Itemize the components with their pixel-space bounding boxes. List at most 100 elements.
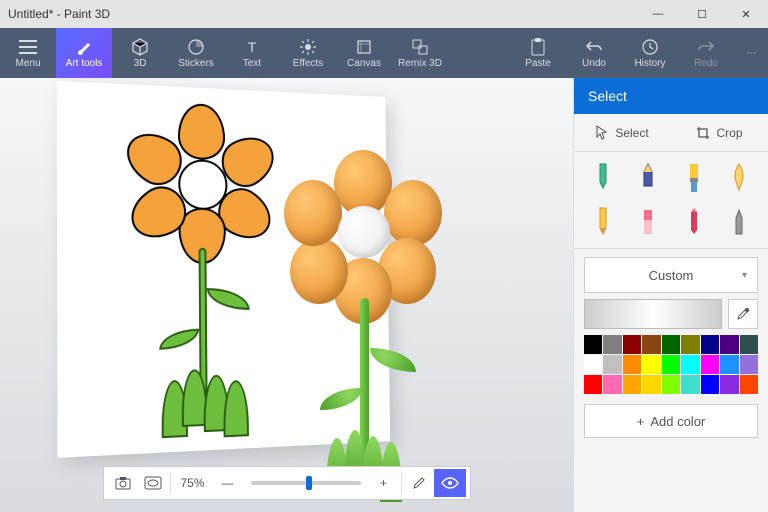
color-swatch[interactable] [681, 375, 699, 394]
ribbon-label: Menu [15, 58, 40, 69]
brush-watercolor[interactable] [721, 160, 759, 196]
color-swatch[interactable] [720, 335, 738, 354]
add-color-label: Add color [650, 414, 705, 429]
ribbon-label: Stickers [178, 58, 214, 69]
color-palette [584, 335, 758, 394]
view-mode-button[interactable] [434, 469, 466, 497]
color-swatch[interactable] [701, 355, 719, 374]
add-color-button[interactable]: + Add color [584, 404, 758, 438]
minimize-button[interactable]: — [636, 0, 680, 28]
canvas-icon [355, 38, 373, 56]
color-swatch[interactable] [720, 355, 738, 374]
color-swatch[interactable] [623, 375, 641, 394]
remix-icon [411, 38, 429, 56]
ribbon-undo[interactable]: Undo [566, 28, 622, 78]
zoom-in-button[interactable]: + [369, 469, 399, 497]
panel-header: Select [574, 78, 768, 114]
history-icon [641, 38, 659, 56]
ribbon-label: History [634, 58, 665, 69]
dropdown-label: Custom [649, 268, 694, 283]
crop-icon [696, 126, 710, 140]
color-swatch[interactable] [681, 355, 699, 374]
thickness-dropdown[interactable]: Custom ▾ [584, 257, 758, 293]
cube-icon [131, 38, 149, 56]
ribbon-remix-3d[interactable]: Remix 3D [392, 28, 448, 78]
brush-pencil[interactable] [584, 204, 622, 240]
ribbon-label: Effects [293, 58, 323, 69]
color-swatch[interactable] [701, 335, 719, 354]
color-swatch[interactable] [603, 375, 621, 394]
ribbon-effects[interactable]: Effects [280, 28, 336, 78]
color-swatch[interactable] [662, 355, 680, 374]
ribbon-more[interactable]: ⋯ [734, 28, 768, 78]
color-swatch[interactable] [584, 375, 602, 394]
close-button[interactable]: ✕ [724, 0, 768, 28]
color-swatch[interactable] [701, 375, 719, 394]
ribbon-label: Remix 3D [398, 58, 442, 69]
edit-button[interactable] [404, 469, 434, 497]
zoom-slider[interactable] [251, 481, 361, 485]
color-swatch[interactable] [740, 335, 758, 354]
ribbon-canvas[interactable]: Canvas [336, 28, 392, 78]
color-swatch[interactable] [740, 355, 758, 374]
brush-marker[interactable] [584, 160, 622, 196]
brush-oil[interactable] [675, 160, 713, 196]
more-icon: ⋯ [742, 44, 760, 62]
brush-crayon[interactable] [675, 204, 713, 240]
color-swatch[interactable] [642, 355, 660, 374]
color-swatch[interactable] [681, 335, 699, 354]
ribbon-art-tools[interactable]: Art tools [56, 28, 112, 78]
side-panel: Select Select Crop Custom ▾ [573, 78, 768, 512]
ribbon-stickers[interactable]: Stickers [168, 28, 224, 78]
tool-label: Select [615, 126, 648, 140]
text-icon: T [243, 38, 261, 56]
window-controls: — ☐ ✕ [636, 0, 768, 28]
ribbon-label: Text [243, 58, 261, 69]
sticker-icon [187, 38, 205, 56]
color-swatch[interactable] [662, 335, 680, 354]
brush-calligraphy[interactable] [630, 160, 668, 196]
ribbon-label: Art tools [66, 58, 103, 69]
ribbon-menu[interactable]: Menu [0, 28, 56, 78]
redo-icon [697, 38, 715, 56]
window-title: Untitled* - Paint 3D [8, 7, 636, 21]
brush-palette [574, 152, 768, 249]
brush-spray[interactable] [721, 204, 759, 240]
color-swatch[interactable] [603, 335, 621, 354]
capture-button[interactable] [108, 469, 138, 497]
color-swatch[interactable] [584, 355, 602, 374]
zoom-percent: 75% [173, 476, 213, 490]
brush-icon [75, 38, 93, 56]
maximize-button[interactable]: ☐ [680, 0, 724, 28]
color-swatch[interactable] [662, 375, 680, 394]
brush-eraser[interactable] [630, 204, 668, 240]
eyedropper-button[interactable] [728, 299, 758, 329]
ribbon-label: 3D [134, 58, 147, 69]
color-swatch[interactable] [642, 335, 660, 354]
color-swatch[interactable] [642, 375, 660, 394]
ribbon-label: Undo [582, 58, 606, 69]
zoom-out-button[interactable]: — [213, 469, 243, 497]
ribbon-redo: Redo [678, 28, 734, 78]
ribbon-paste[interactable]: Paste [510, 28, 566, 78]
ribbon-label: Canvas [347, 58, 381, 69]
current-color-swatch[interactable] [584, 299, 722, 329]
ribbon-label: Paste [525, 58, 551, 69]
ribbon-text[interactable]: T Text [224, 28, 280, 78]
chevron-down-icon: ▾ [742, 270, 747, 281]
color-swatch[interactable] [584, 335, 602, 354]
color-swatch[interactable] [623, 335, 641, 354]
paste-icon [529, 38, 547, 56]
color-swatch[interactable] [623, 355, 641, 374]
canvas-viewport[interactable]: 75% — + [0, 78, 573, 512]
select-tool[interactable]: Select [574, 114, 671, 151]
plus-icon: + [637, 414, 645, 429]
pointer-icon [596, 125, 609, 140]
3d-view-button[interactable] [138, 469, 168, 497]
ribbon-3d[interactable]: 3D [112, 28, 168, 78]
color-swatch[interactable] [603, 355, 621, 374]
ribbon-history[interactable]: History [622, 28, 678, 78]
color-swatch[interactable] [720, 375, 738, 394]
color-swatch[interactable] [740, 375, 758, 394]
crop-tool[interactable]: Crop [671, 114, 768, 151]
